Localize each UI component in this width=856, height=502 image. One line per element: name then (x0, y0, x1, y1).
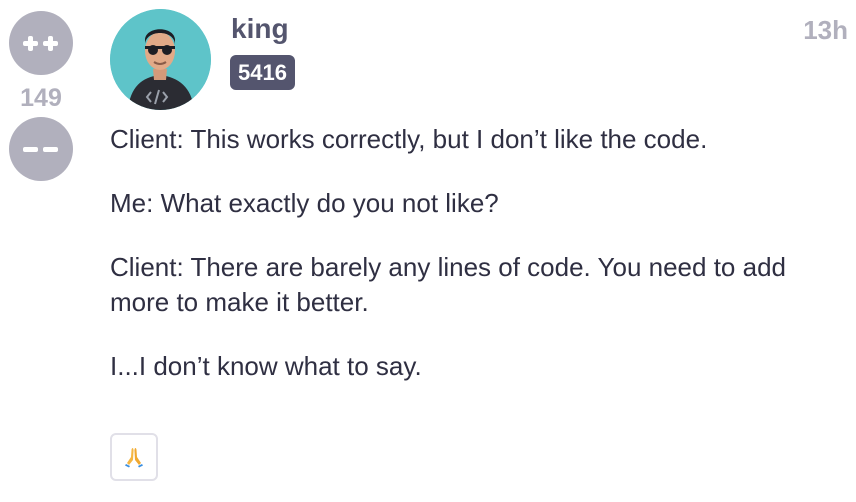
minus-minus-icon (23, 147, 58, 152)
avatar[interactable] (110, 9, 211, 110)
post-paragraph: Client: There are barely any lines of co… (110, 252, 786, 317)
plus-plus-icon (23, 36, 58, 51)
user-avatar-icon (110, 9, 211, 110)
praying-hands-icon (125, 448, 143, 468)
post-paragraph: Me: What exactly do you not like? (110, 188, 499, 218)
post-body: Client: This works correctly, but I don’… (110, 122, 840, 413)
post-score: 149 (20, 84, 62, 112)
post-timestamp: 13h (803, 15, 848, 45)
author-username[interactable]: king (231, 13, 289, 45)
post-paragraph: Client: This works correctly, but I don’… (110, 124, 708, 154)
post-paragraph: I...I don’t know what to say. (110, 351, 422, 381)
upvote-button[interactable] (9, 11, 73, 75)
downvote-button[interactable] (9, 117, 73, 181)
author-score-badge: 5416 (230, 55, 295, 90)
reaction-button[interactable] (110, 433, 158, 481)
